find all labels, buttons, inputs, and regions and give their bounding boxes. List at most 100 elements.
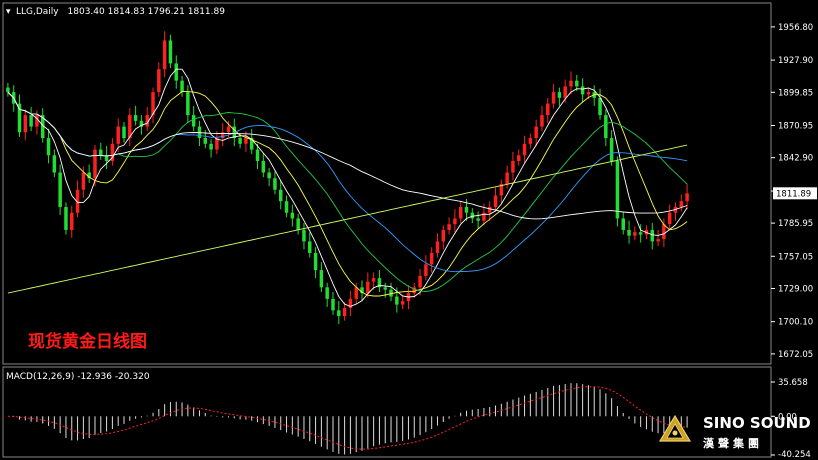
brand-sub: 漢聲集團 (703, 436, 763, 450)
candle-body (319, 270, 324, 288)
candle-body (279, 189, 283, 202)
candle-body (226, 126, 231, 133)
candle-body (621, 218, 625, 230)
candle-body (180, 80, 184, 93)
current-price-label: 1811.89 (776, 189, 811, 199)
candle-body (23, 115, 28, 133)
price-tick-label: 1927.90 (778, 56, 813, 66)
candle-body (116, 126, 120, 144)
chart-header: LLG,Daily 1803.40 1814.83 1796.21 1811.8… (16, 7, 225, 17)
candle-body (174, 63, 178, 81)
candle-body (70, 212, 74, 230)
candle-body (424, 264, 428, 276)
price-tick-label: 1842.90 (778, 154, 813, 164)
candle-body (575, 80, 579, 87)
candle-body (557, 92, 562, 98)
candle-body (487, 206, 492, 213)
candle-body (284, 201, 289, 213)
candle-body (186, 92, 190, 116)
candle-body (540, 115, 544, 127)
candle-body (441, 229, 446, 242)
price-tick-label: 1700.10 (778, 318, 813, 328)
candle-body (615, 161, 620, 219)
chart-header-icon: ▾ (6, 7, 11, 17)
candle-body (302, 229, 306, 242)
candle-body (162, 40, 167, 70)
candle-body (464, 206, 469, 213)
candle-body (58, 172, 62, 207)
candle-body (511, 161, 515, 173)
candle-body (470, 212, 475, 219)
candle-body (528, 138, 533, 144)
candle-body (325, 287, 329, 299)
macd-tick-label: 35.658 (778, 378, 808, 388)
chart-canvas: 35.6580.00-40.254 1956.801927.901899.851… (0, 0, 818, 460)
candle-body (662, 224, 666, 240)
price-tick-label: 1785.95 (778, 219, 813, 229)
candle-body (609, 138, 614, 162)
candle-body (331, 298, 335, 311)
candle-body (493, 195, 498, 207)
candle-body (627, 229, 631, 236)
candle-body (93, 149, 97, 179)
candle-body (429, 252, 434, 265)
candle-body (342, 308, 347, 317)
overlay-title: 现货黄金日线图 (28, 331, 147, 352)
candle-body (209, 143, 213, 150)
macd-label: MACD(12,26,9) -12.936 -20.320 (6, 372, 150, 382)
candle-body (296, 218, 300, 230)
price-tick-label: 1899.85 (778, 88, 813, 98)
candle-body (290, 212, 295, 219)
price-tick-label: 1956.80 (778, 23, 813, 33)
price-tick-label: 1870.95 (778, 121, 813, 131)
candle-body (255, 149, 260, 162)
candle-body (383, 287, 387, 290)
candle-body (522, 143, 527, 156)
candle-body (133, 115, 138, 121)
candle-body (534, 126, 538, 139)
candle-body (52, 155, 57, 173)
candle-body (366, 281, 370, 294)
candle-body (679, 201, 684, 207)
candle-body (667, 212, 672, 225)
ohlc-values: 1803.40 1814.83 1796.21 1811.89 (68, 7, 226, 17)
price-tick-label: 1757.05 (778, 252, 813, 262)
candle-body (261, 161, 266, 173)
candle-body (505, 172, 509, 184)
candle-body (168, 40, 173, 64)
candle-body (337, 310, 341, 317)
candle-body (238, 138, 242, 144)
candle-body (267, 172, 271, 179)
candle-body (122, 126, 126, 139)
candle-body (435, 241, 440, 253)
candle-body (650, 229, 655, 242)
candle-body (638, 232, 643, 235)
candle-body (418, 275, 422, 288)
candle-body (476, 218, 480, 221)
price-tick-label: 1729.00 (778, 285, 813, 295)
candle-body (354, 287, 358, 299)
candle-body (157, 69, 161, 93)
candle-body (308, 241, 312, 253)
candle-body (598, 97, 602, 116)
candle-body (313, 252, 318, 271)
symbol-label: LLG,Daily (16, 7, 59, 17)
candle-body (203, 138, 208, 144)
candle-body (81, 172, 86, 190)
candle-body (458, 206, 463, 219)
candle-body (546, 103, 550, 116)
candle-body (685, 193, 689, 202)
macd-tick-label: -40.254 (778, 450, 811, 460)
candle-body (453, 218, 457, 225)
candle-body (64, 206, 68, 230)
candle-body (580, 86, 585, 95)
candle-body (604, 115, 608, 139)
candle-body (400, 301, 405, 305)
price-tick-label: 1672.05 (778, 350, 813, 360)
candle-body (46, 138, 51, 156)
candle-body (99, 149, 103, 156)
candle-body (273, 178, 277, 190)
candle-body (586, 92, 591, 95)
candle-body (395, 296, 399, 305)
candle-body (551, 92, 556, 104)
